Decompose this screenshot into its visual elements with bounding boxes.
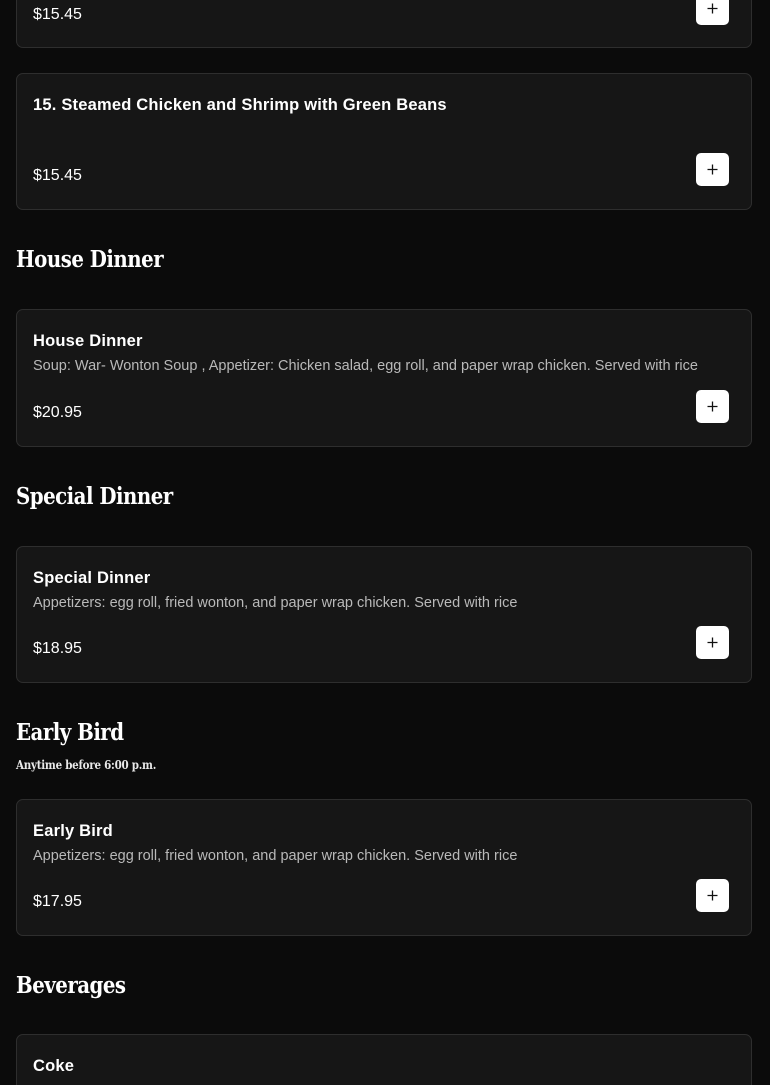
item-name: 15. Steamed Chicken and Shrimp with Gree… [33, 96, 447, 114]
plus-icon [707, 890, 718, 901]
section-subtitle-early-bird: Anytime before 6:00 p.m. [16, 758, 157, 772]
menu-item-card[interactable]: $15.45 [16, 0, 752, 48]
add-to-cart-button[interactable] [696, 879, 729, 912]
item-name: Early Bird [33, 822, 113, 840]
menu-item-card[interactable]: 15. Steamed Chicken and Shrimp with Gree… [16, 73, 752, 210]
add-to-cart-button[interactable] [696, 153, 729, 186]
item-price: $18.95 [33, 640, 82, 657]
plus-icon [707, 164, 718, 175]
menu-item-card[interactable]: House Dinner Soup: War- Wonton Soup , Ap… [16, 309, 752, 447]
plus-icon [707, 401, 718, 412]
add-to-cart-button[interactable] [696, 0, 729, 25]
section-title-special-dinner: Special Dinner [16, 483, 173, 510]
item-price: $20.95 [33, 404, 82, 421]
item-price: $15.45 [33, 6, 82, 23]
item-name: House Dinner [33, 332, 143, 350]
item-price: $15.45 [33, 167, 82, 184]
add-to-cart-button[interactable] [696, 390, 729, 423]
item-name: Special Dinner [33, 569, 151, 587]
menu-item-card[interactable]: Special Dinner Appetizers: egg roll, fri… [16, 546, 752, 683]
item-name: Coke [33, 1057, 75, 1075]
plus-icon [707, 3, 718, 14]
item-description: Appetizers: egg roll, fried wonton, and … [33, 595, 518, 611]
section-title-beverages: Beverages [16, 972, 126, 999]
add-to-cart-button[interactable] [696, 626, 729, 659]
section-title-house-dinner: House Dinner [16, 246, 164, 273]
menu-item-card[interactable]: Coke [16, 1034, 752, 1085]
item-description: Soup: War- Wonton Soup , Appetizer: Chic… [33, 358, 698, 374]
menu-page: $15.45 15. Steamed Chicken and Shrimp wi… [0, 0, 770, 1085]
item-price: $17.95 [33, 893, 82, 910]
plus-icon [707, 637, 718, 648]
section-title-early-bird: Early Bird [16, 719, 124, 746]
item-description: Appetizers: egg roll, fried wonton, and … [33, 848, 518, 864]
menu-item-card[interactable]: Early Bird Appetizers: egg roll, fried w… [16, 799, 752, 936]
